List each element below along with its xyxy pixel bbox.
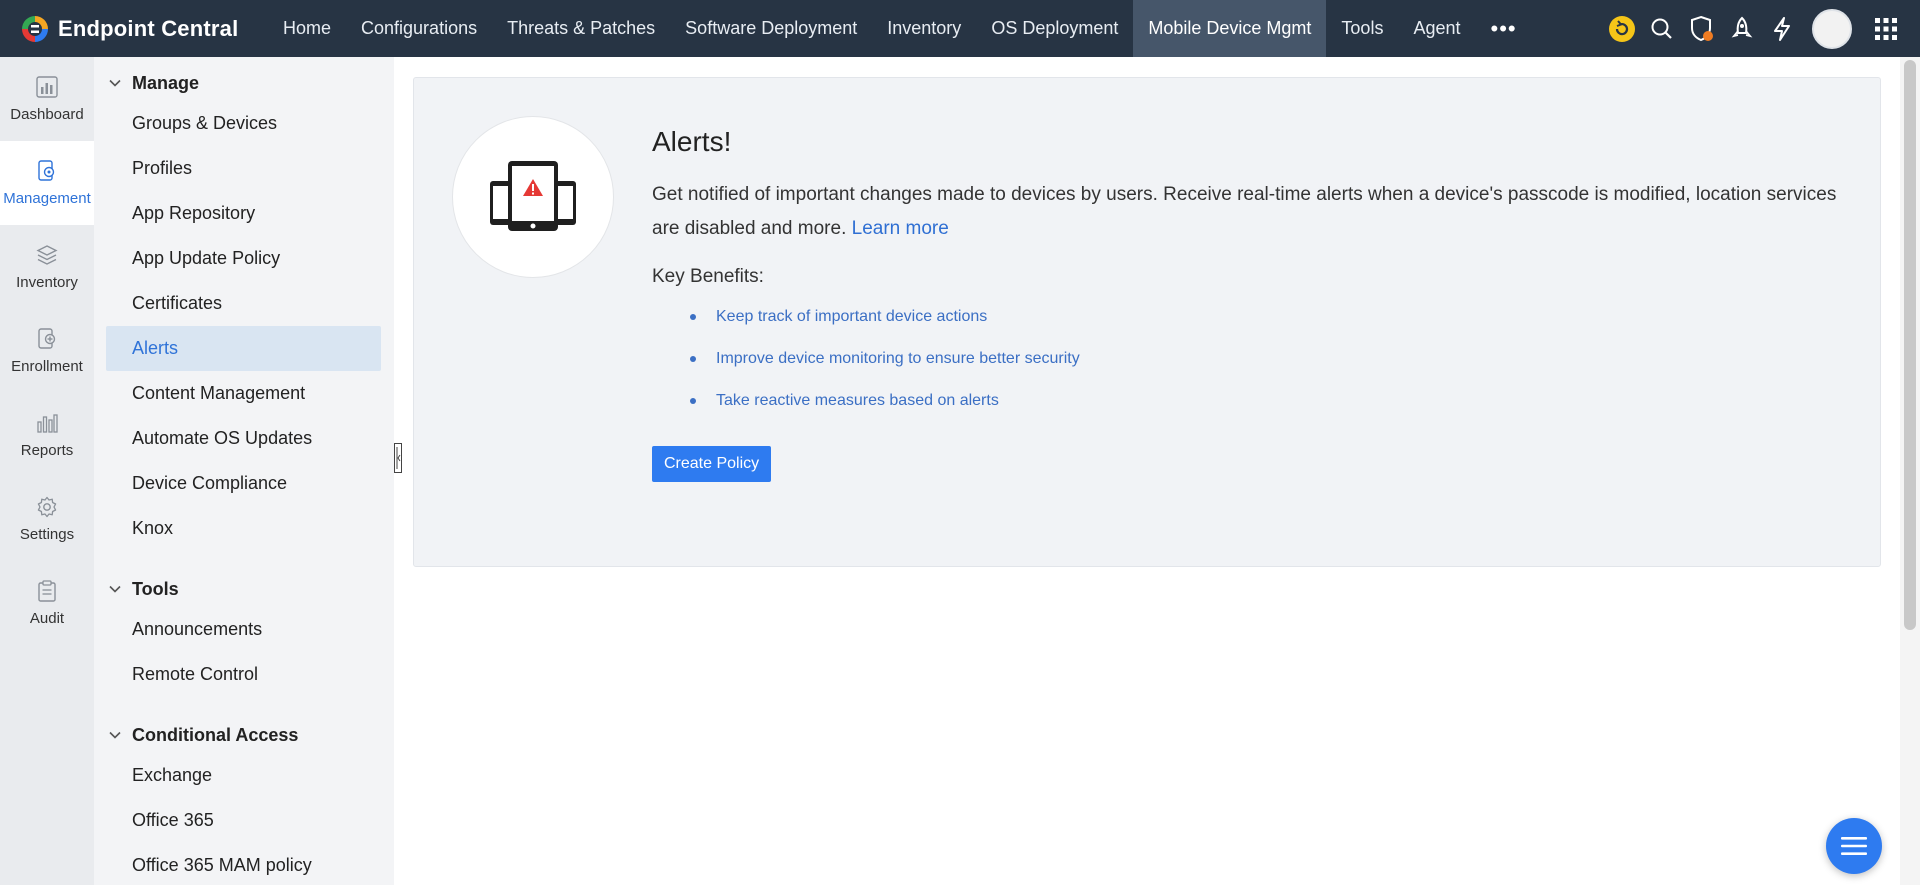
enrollment-icon [38, 327, 56, 349]
subnav-content-management[interactable]: Content Management [106, 371, 381, 416]
rail-enrollment-label: Enrollment [11, 357, 83, 375]
rail-audit[interactable]: Audit [0, 561, 94, 645]
nav-os-deployment[interactable]: OS Deployment [976, 0, 1133, 57]
subnav-announcements[interactable]: Announcements [106, 607, 381, 652]
more-menu-icon[interactable]: ••• [1476, 0, 1532, 57]
page-title: Alerts! [652, 126, 732, 157]
rail-dashboard-label: Dashboard [10, 105, 84, 123]
devices-alert-icon [490, 161, 576, 231]
section-manage[interactable]: Manage [94, 65, 394, 101]
create-policy-button[interactable]: Create Policy [652, 446, 772, 482]
apps-grid-icon[interactable] [1866, 0, 1906, 57]
dashboard-icon [36, 75, 58, 98]
subnav-knox[interactable]: Knox [106, 506, 381, 551]
collapse-sidebar-handle-icon[interactable] [394, 443, 402, 473]
sub-nav: Manage Groups & Devices Profiles App Rep… [94, 57, 394, 885]
alerts-card: Alerts! Get notified of important change… [413, 77, 1881, 567]
nav-software-deployment[interactable]: Software Deployment [670, 0, 872, 57]
section-tools-title: Tools [132, 578, 179, 599]
management-icon [38, 159, 55, 181]
benefit-item: Keep track of important device actions [690, 304, 1852, 346]
chevron-down-icon [109, 79, 121, 87]
key-benefits-title: Key Benefits: [652, 266, 764, 287]
rail-inventory[interactable]: Inventory [0, 225, 94, 309]
rocket-icon[interactable] [1722, 0, 1762, 57]
hamburger-menu-icon [1841, 837, 1867, 855]
benefit-item: Take reactive measures based on alerts [690, 388, 1852, 430]
description-text: Get notified of important changes made t… [652, 184, 1837, 239]
chevron-down-icon [109, 585, 121, 593]
subnav-groups-devices[interactable]: Groups & Devices [106, 101, 381, 146]
rail-dashboard[interactable]: Dashboard [0, 57, 94, 141]
top-icons [1602, 0, 1920, 57]
benefit-item: Improve device monitoring to ensure bett… [690, 346, 1852, 388]
subnav-app-repository[interactable]: App Repository [106, 191, 381, 236]
refresh-icon[interactable] [1602, 0, 1642, 57]
rail-audit-label: Audit [29, 609, 65, 627]
rail-enrollment[interactable]: Enrollment [0, 309, 94, 393]
endpoint-central-logo-icon [22, 15, 48, 42]
nav-mobile-device-mgmt[interactable]: Mobile Device Mgmt [1133, 0, 1327, 57]
subnav-remote-control[interactable]: Remote Control [106, 652, 381, 697]
subnav-office-365-mam-policy[interactable]: Office 365 MAM policy [106, 843, 381, 885]
section-conditional-access[interactable]: Conditional Access [94, 717, 394, 753]
subnav-certificates[interactable]: Certificates [106, 281, 381, 326]
nav-home[interactable]: Home [268, 0, 346, 57]
section-conditional-access-title: Conditional Access [132, 724, 299, 745]
devices-alert-illustration [452, 116, 614, 278]
nav-configurations[interactable]: Configurations [346, 0, 492, 57]
lightning-icon[interactable] [1762, 0, 1802, 57]
top-bar: Endpoint Central Home Configurations Thr… [0, 0, 1920, 57]
rail-reports-label: Reports [20, 441, 74, 459]
audit-icon [38, 579, 56, 602]
subnav-device-compliance[interactable]: Device Compliance [106, 461, 381, 506]
section-manage-title: Manage [132, 72, 200, 93]
description: Get notified of important changes made t… [652, 178, 1842, 246]
search-icon[interactable] [1642, 0, 1682, 57]
brand-name: Endpoint Central [58, 15, 239, 41]
rail-management[interactable]: Management [0, 141, 94, 225]
benefits-list: Keep track of important device actions I… [652, 304, 1852, 430]
rail-settings-label: Settings [19, 525, 75, 543]
reports-icon [37, 413, 58, 433]
subnav-alerts[interactable]: Alerts [106, 326, 381, 371]
subnav-office-365[interactable]: Office 365 [106, 798, 381, 843]
subnav-automate-os-updates[interactable]: Automate OS Updates [106, 416, 381, 461]
rail-settings[interactable]: Settings [0, 477, 94, 561]
nav-inventory[interactable]: Inventory [872, 0, 976, 57]
avatar[interactable] [1812, 8, 1852, 49]
subnav-app-update-policy[interactable]: App Update Policy [106, 236, 381, 281]
subnav-profiles[interactable]: Profiles [106, 146, 381, 191]
rail-management-label: Management [3, 189, 91, 207]
section-tools[interactable]: Tools [94, 571, 394, 607]
learn-more-link[interactable]: Learn more [852, 218, 949, 239]
main-nav: Home Configurations Threats & Patches So… [268, 0, 1532, 57]
rail-reports[interactable]: Reports [0, 393, 94, 477]
nav-tools[interactable]: Tools [1326, 0, 1398, 57]
alerts-content: Alerts! Get notified of important change… [652, 126, 1852, 482]
rail-inventory-label: Inventory [16, 273, 78, 291]
nav-threats-patches[interactable]: Threats & Patches [492, 0, 670, 57]
subnav-exchange[interactable]: Exchange [106, 753, 381, 798]
shield-icon[interactable] [1682, 0, 1722, 57]
scrollbar-thumb[interactable] [1904, 60, 1916, 630]
chevron-down-icon [109, 731, 121, 739]
left-rail: Dashboard Management Inventory Enrollmen… [0, 57, 94, 885]
floating-menu-button[interactable] [1826, 818, 1882, 874]
brand[interactable]: Endpoint Central [0, 0, 268, 57]
inventory-icon [36, 244, 58, 265]
nav-agent[interactable]: Agent [1398, 0, 1475, 57]
settings-icon [37, 496, 57, 517]
